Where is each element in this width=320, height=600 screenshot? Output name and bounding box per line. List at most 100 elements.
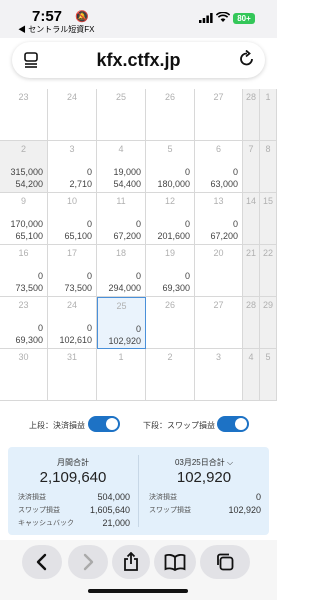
calendar-day-cell[interactable]: 26 (146, 297, 195, 349)
calendar-day-cell[interactable]: 24 0 102,610 (48, 297, 97, 349)
day-number: 18 (115, 248, 126, 258)
day-number: 2 (167, 352, 173, 362)
calendar-day-cell[interactable]: 29 (260, 297, 277, 349)
calendar-day-cell[interactable]: 12 0 201,600 (146, 193, 195, 245)
share-icon[interactable] (122, 552, 140, 572)
calendar-day-cell[interactable]: 25 0 102,920 (97, 297, 146, 349)
url-text[interactable]: kfx.ctfx.jp (12, 50, 265, 71)
day-number: 30 (18, 352, 29, 362)
calendar-day-cell[interactable]: 31 (48, 349, 97, 401)
day-number: 26 (164, 92, 175, 102)
bookmarks-icon[interactable] (164, 553, 186, 571)
settlement-pl-value: 0 (232, 167, 238, 177)
settlement-pl-value: 0 (135, 271, 141, 281)
calendar-day-cell[interactable]: 21 (243, 245, 260, 297)
calendar-day-cell[interactable]: 2 (146, 349, 195, 401)
calendar-day-cell[interactable]: 10 0 65,100 (48, 193, 97, 245)
battery-icon: 80+ (233, 13, 255, 24)
calendar-day-cell[interactable]: 18 0 294,000 (97, 245, 146, 297)
calendar-day-cell[interactable]: 22 (260, 245, 277, 297)
calendar-day-cell[interactable]: 27 (195, 89, 243, 141)
calendar-day-cell[interactable]: 17 0 73,500 (48, 245, 97, 297)
calendar-day-cell[interactable]: 23 (0, 89, 48, 141)
day-number: 1 (118, 352, 124, 362)
calendar-day-cell[interactable]: 23 0 69,300 (0, 297, 48, 349)
back-icon[interactable] (35, 553, 49, 571)
switch-knob (106, 418, 118, 430)
day-number: 12 (164, 196, 175, 206)
calendar-day-cell[interactable]: 28 (243, 297, 260, 349)
calendar-day-cell[interactable]: 4 (243, 349, 260, 401)
share-button[interactable] (112, 545, 150, 579)
calendar-day-cell[interactable]: 9 170,000 65,100 (0, 193, 48, 245)
calendar-day-cell[interactable]: 2 315,000 54,200 (0, 141, 48, 193)
day-number: 20 (213, 248, 224, 258)
day-number: 21 (245, 248, 256, 258)
lower-toggle-label: 下段：スワップ損益 (143, 421, 215, 430)
swap-pl-value: 180,000 (157, 179, 190, 189)
calendar-day-cell[interactable]: 13 0 67,200 (195, 193, 243, 245)
day-summary[interactable]: 03月25日合計 ⌵ 102,920 決済損益 0 スワップ損益 102,920 (139, 447, 269, 535)
upper-toggle-switch[interactable] (88, 416, 120, 432)
calendar-day-cell[interactable]: 5 (260, 349, 277, 401)
settlement-pl-value: 315,000 (10, 167, 43, 177)
swap-pl-value: 201,600 (157, 231, 190, 241)
calendar-day-cell[interactable]: 8 (260, 141, 277, 193)
day-number: 11 (116, 196, 126, 206)
calendar-day-cell[interactable]: 14 (243, 193, 260, 245)
calendar-day-cell[interactable]: 4 19,000 54,400 (97, 141, 146, 193)
settlement-pl-value: 0 (86, 271, 92, 281)
swap-pl-value: 63,000 (210, 179, 238, 189)
swap-pl-value: 54,200 (15, 179, 43, 189)
day-number: 15 (262, 196, 273, 206)
settlement-pl-value: 0 (86, 219, 92, 229)
calendar-day-cell[interactable]: 3 (195, 349, 243, 401)
tabs-icon[interactable] (215, 552, 235, 572)
calendar-day-cell[interactable]: 15 (260, 193, 277, 245)
day-number: 24 (66, 300, 77, 310)
settlement-pl-value: 0 (37, 271, 43, 281)
calendar-day-cell[interactable]: 28 (243, 89, 260, 141)
calendar-day-cell[interactable]: 25 (97, 89, 146, 141)
calendar-day-cell[interactable]: 26 (146, 89, 195, 141)
tabs-button[interactable] (200, 545, 250, 579)
address-bar[interactable]: kfx.ctfx.jp (12, 42, 265, 78)
bookmarks-button[interactable] (154, 545, 196, 579)
forward-button[interactable] (68, 545, 108, 579)
day-number: 9 (20, 196, 26, 206)
day-number: 3 (69, 144, 75, 154)
calendar-day-cell[interactable]: 20 (195, 245, 243, 297)
calendar-day-cell[interactable]: 11 0 67,200 (97, 193, 146, 245)
day-total: 102,920 (176, 469, 232, 486)
switch-knob (235, 418, 247, 430)
calendar-day-cell[interactable]: 16 0 73,500 (0, 245, 48, 297)
calendar-day-cell[interactable]: 24 (48, 89, 97, 141)
calendar-day-cell[interactable]: 5 0 180,000 (146, 141, 195, 193)
day-number: 23 (18, 92, 29, 102)
day-number: 26 (164, 300, 175, 310)
day-number: 19 (164, 248, 175, 258)
swap-pl-value: 65,100 (64, 231, 92, 241)
day-number: 23 (18, 300, 29, 310)
day-number: 5 (167, 144, 173, 154)
chevron-down-icon[interactable]: ⌵ (227, 458, 233, 467)
calendar-day-cell[interactable]: 30 (0, 349, 48, 401)
back-button[interactable] (22, 545, 62, 579)
lower-toggle-switch[interactable] (217, 416, 249, 432)
display-toggles: 上段：決済損益 下段：スワップ損益 (0, 413, 277, 437)
calendar-day-cell[interactable]: 1 (97, 349, 146, 401)
calendar-day-cell[interactable]: 1 (260, 89, 277, 141)
calendar-day-cell[interactable]: 3 0 2,710 (48, 141, 97, 193)
calendar-day-cell[interactable]: 6 0 63,000 (195, 141, 243, 193)
calendar-day-cell[interactable]: 27 (195, 297, 243, 349)
day-number: 27 (213, 92, 224, 102)
calendar-day-cell[interactable]: 19 0 69,300 (146, 245, 195, 297)
forward-icon[interactable] (81, 553, 95, 571)
calendar-day-cell[interactable]: 7 (243, 141, 260, 193)
settlement-pl-value: 0 (86, 323, 92, 333)
day-title[interactable]: 03月25日合計 ⌵ (139, 457, 269, 468)
swap-pl-value: 294,000 (108, 283, 141, 293)
settlement-pl-value: 0 (184, 167, 190, 177)
reload-icon[interactable] (239, 49, 255, 73)
back-to-app-link[interactable]: ◀ セントラル短資FX (18, 24, 94, 35)
